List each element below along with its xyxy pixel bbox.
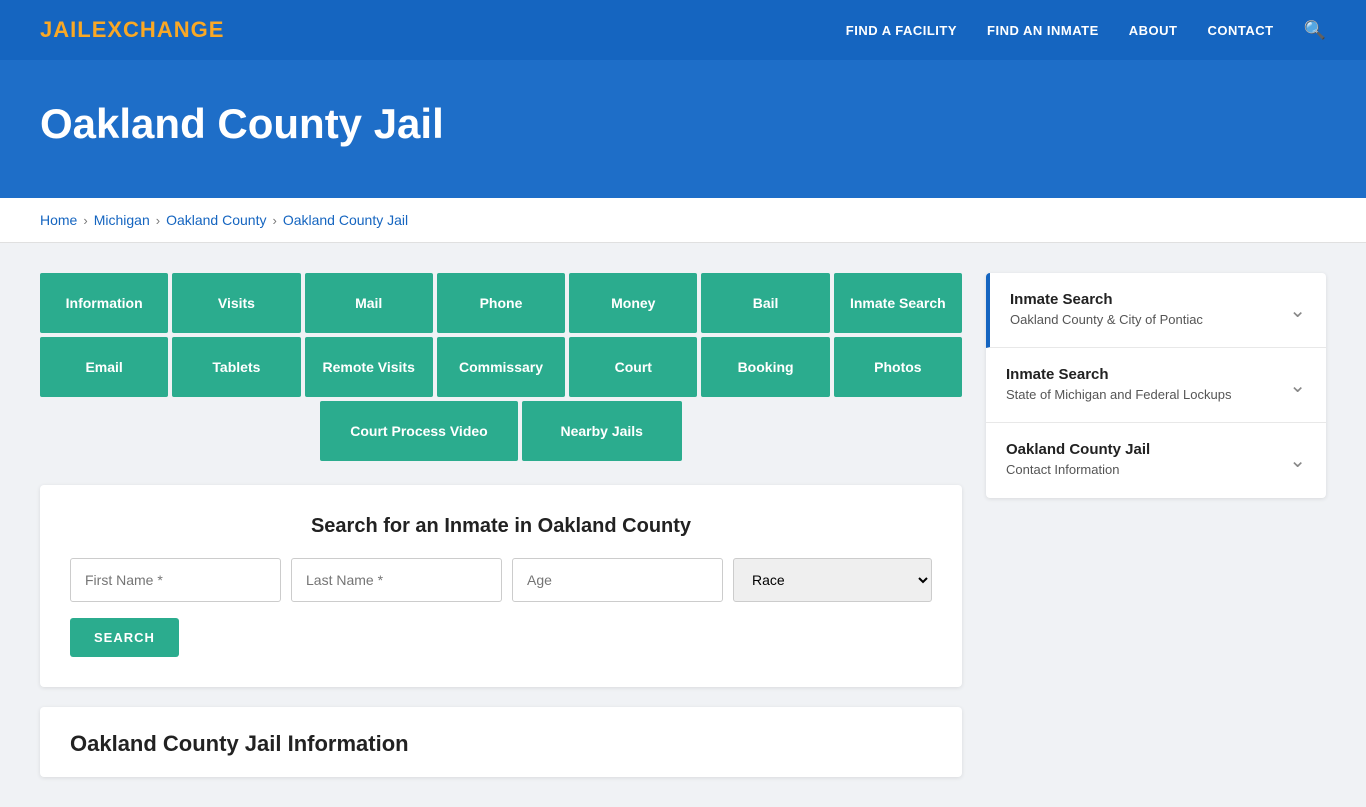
search-icon[interactable]: 🔍 bbox=[1304, 20, 1326, 41]
page-title: Oakland County Jail bbox=[40, 100, 1326, 148]
nav-buttons-row2: Email Tablets Remote Visits Commissary C… bbox=[40, 337, 962, 397]
info-title: Oakland County Jail Information bbox=[70, 731, 932, 757]
chevron-icon-0: ⌄ bbox=[1289, 298, 1306, 323]
right-sidebar: Inmate Search Oakland County & City of P… bbox=[986, 273, 1326, 777]
btn-commissary[interactable]: Commissary bbox=[437, 337, 565, 397]
logo-part1: JAIL bbox=[40, 17, 92, 42]
sidebar-item-title-0: Inmate Search bbox=[1010, 291, 1279, 308]
btn-remote-visits[interactable]: Remote Visits bbox=[305, 337, 433, 397]
btn-inmate-search[interactable]: Inmate Search bbox=[834, 273, 962, 333]
breadcrumb-sep2: › bbox=[156, 213, 160, 228]
nav-buttons-row3: Court Process Video Nearby Jails bbox=[40, 401, 962, 461]
last-name-input[interactable] bbox=[291, 558, 502, 602]
sidebar-item-1[interactable]: Inmate Search State of Michigan and Fede… bbox=[986, 348, 1326, 423]
btn-phone[interactable]: Phone bbox=[437, 273, 565, 333]
race-select[interactable]: Race White Black Hispanic Asian Other bbox=[733, 558, 932, 602]
breadcrumb: Home › Michigan › Oakland County › Oakla… bbox=[0, 198, 1366, 243]
btn-nearby-jails[interactable]: Nearby Jails bbox=[522, 401, 682, 461]
search-fields: Race White Black Hispanic Asian Other bbox=[70, 558, 932, 602]
btn-photos[interactable]: Photos bbox=[834, 337, 962, 397]
main-nav: FIND A FACILITY FIND AN INMATE ABOUT CON… bbox=[846, 20, 1326, 41]
chevron-icon-1: ⌄ bbox=[1289, 373, 1306, 398]
breadcrumb-oakland-county[interactable]: Oakland County bbox=[166, 212, 266, 228]
nav-buttons-row1: Information Visits Mail Phone Money Bail… bbox=[40, 273, 962, 333]
nav-about[interactable]: ABOUT bbox=[1129, 23, 1178, 38]
inmate-search-box: Search for an Inmate in Oakland County R… bbox=[40, 485, 962, 687]
sidebar-item-2[interactable]: Oakland County Jail Contact Information … bbox=[986, 423, 1326, 497]
btn-court[interactable]: Court bbox=[569, 337, 697, 397]
btn-information[interactable]: Information bbox=[40, 273, 168, 333]
sidebar-item-text-1: Inmate Search State of Michigan and Fede… bbox=[1006, 366, 1279, 404]
sidebar-item-title-1: Inmate Search bbox=[1006, 366, 1279, 383]
breadcrumb-sep1: › bbox=[83, 213, 87, 228]
breadcrumb-sep3: › bbox=[272, 213, 276, 228]
age-input[interactable] bbox=[512, 558, 723, 602]
btn-visits[interactable]: Visits bbox=[172, 273, 300, 333]
btn-money[interactable]: Money bbox=[569, 273, 697, 333]
sidebar-item-title-2: Oakland County Jail bbox=[1006, 441, 1279, 458]
left-column: Information Visits Mail Phone Money Bail… bbox=[40, 273, 962, 777]
sidebar-item-subtitle-0: Oakland County & City of Pontiac bbox=[1010, 311, 1279, 329]
sidebar-card: Inmate Search Oakland County & City of P… bbox=[986, 273, 1326, 498]
btn-email[interactable]: Email bbox=[40, 337, 168, 397]
chevron-icon-2: ⌄ bbox=[1289, 448, 1306, 473]
nav-find-facility[interactable]: FIND A FACILITY bbox=[846, 23, 957, 38]
search-title: Search for an Inmate in Oakland County bbox=[70, 515, 932, 538]
breadcrumb-michigan[interactable]: Michigan bbox=[94, 212, 150, 228]
nav-contact[interactable]: CONTACT bbox=[1207, 23, 1273, 38]
main-content: Information Visits Mail Phone Money Bail… bbox=[0, 243, 1366, 807]
sidebar-item-text-2: Oakland County Jail Contact Information bbox=[1006, 441, 1279, 479]
hero-section: Oakland County Jail bbox=[0, 60, 1366, 198]
btn-tablets[interactable]: Tablets bbox=[172, 337, 300, 397]
sidebar-item-subtitle-2: Contact Information bbox=[1006, 461, 1279, 479]
breadcrumb-jail[interactable]: Oakland County Jail bbox=[283, 212, 408, 228]
logo-exchange: E bbox=[92, 17, 108, 42]
btn-booking[interactable]: Booking bbox=[701, 337, 829, 397]
site-logo[interactable]: JAILEXCHANGE bbox=[40, 17, 224, 43]
nav-find-inmate[interactable]: FIND AN INMATE bbox=[987, 23, 1099, 38]
breadcrumb-home[interactable]: Home bbox=[40, 212, 77, 228]
search-button[interactable]: SEARCH bbox=[70, 618, 179, 657]
btn-bail[interactable]: Bail bbox=[701, 273, 829, 333]
site-header: JAILEXCHANGE FIND A FACILITY FIND AN INM… bbox=[0, 0, 1366, 60]
sidebar-item-subtitle-1: State of Michigan and Federal Lockups bbox=[1006, 386, 1279, 404]
sidebar-item-0[interactable]: Inmate Search Oakland County & City of P… bbox=[986, 273, 1326, 348]
btn-court-process-video[interactable]: Court Process Video bbox=[320, 401, 517, 461]
first-name-input[interactable] bbox=[70, 558, 281, 602]
info-section: Oakland County Jail Information bbox=[40, 707, 962, 777]
btn-mail[interactable]: Mail bbox=[305, 273, 433, 333]
logo-part2: XCHANGE bbox=[107, 17, 224, 42]
sidebar-item-text-0: Inmate Search Oakland County & City of P… bbox=[1010, 291, 1279, 329]
